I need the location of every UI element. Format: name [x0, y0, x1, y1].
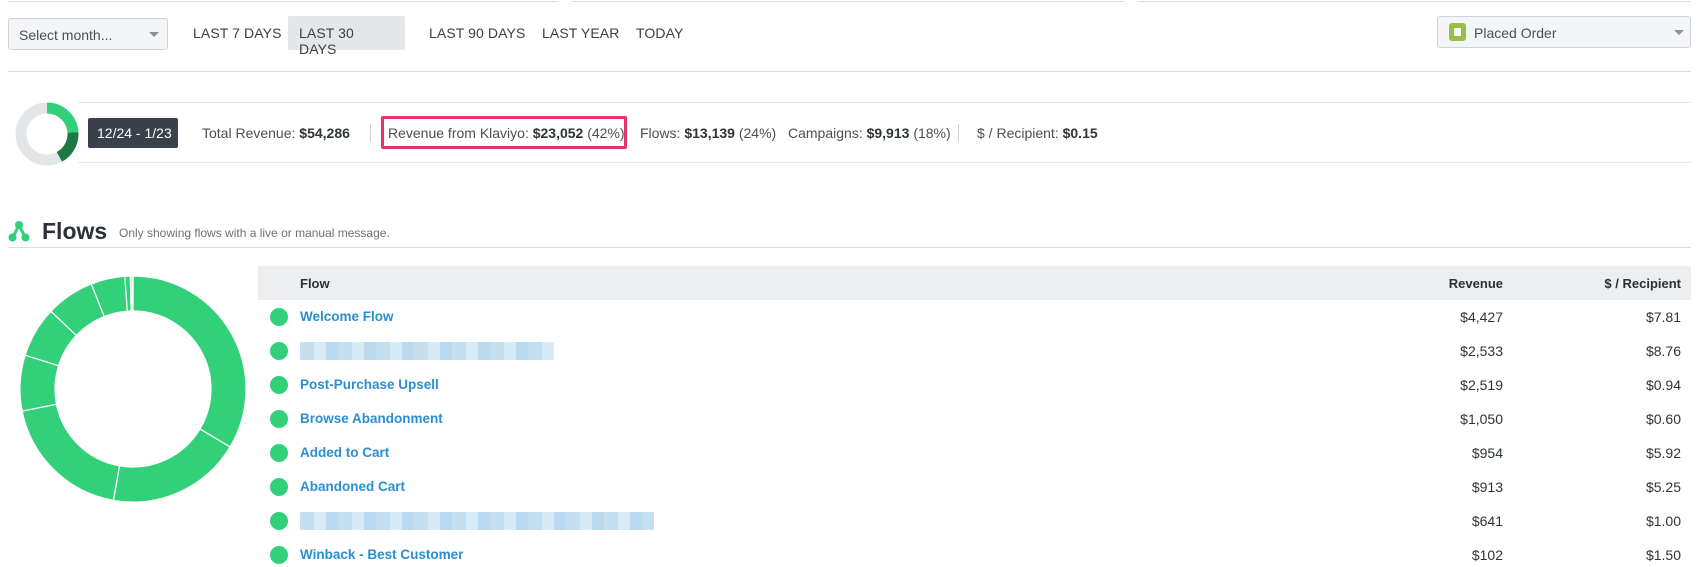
flow-name-link[interactable]: Post-Purchase Upsell	[300, 377, 439, 392]
flow-name-link[interactable]: Winback - Best Customer	[300, 547, 463, 562]
column-header-revenue[interactable]: Revenue	[1449, 276, 1503, 291]
campaigns-revenue-stat: Campaigns: $9,913 (18%)	[788, 125, 951, 141]
table-row[interactable]: $641 $1.00	[258, 504, 1691, 538]
range-last-30-days[interactable]: LAST 30 DAYS	[288, 16, 405, 57]
per-recipient-label: $ / Recipient:	[977, 125, 1059, 141]
klaviyo-revenue-label: Revenue from Klaviyo:	[388, 125, 529, 141]
top-card-middle	[572, 0, 1124, 2]
stat-separator	[370, 124, 371, 142]
revenue-share-donut	[15, 102, 79, 166]
status-live-icon	[270, 512, 288, 530]
flow-revenue: $2,533	[1460, 343, 1503, 359]
month-select[interactable]: Select month...	[8, 18, 168, 50]
donut-segment[interactable]	[131, 275, 134, 312]
flow-name-link[interactable]: Welcome Flow	[300, 309, 394, 324]
donut-segment[interactable]	[21, 403, 121, 501]
flow-per-recipient: $0.60	[1645, 411, 1681, 427]
flow-revenue: $954	[1471, 445, 1503, 461]
top-card-right	[1138, 0, 1691, 2]
total-revenue-value: $54,286	[299, 125, 350, 141]
chevron-down-icon	[149, 32, 159, 37]
summary-top-border	[78, 102, 1691, 103]
table-row[interactable]: Winback - Best Customer $102 $1.50	[258, 538, 1691, 567]
status-live-icon	[270, 444, 288, 462]
flow-per-recipient: $5.92	[1645, 445, 1681, 461]
flow-per-recipient: $7.81	[1645, 309, 1681, 325]
shopify-bag-icon	[1449, 23, 1466, 41]
status-live-icon	[270, 410, 288, 428]
flow-per-recipient: $8.76	[1645, 343, 1681, 359]
flow-per-recipient: $0.94	[1645, 377, 1681, 393]
campaigns-revenue-label: Campaigns:	[788, 125, 863, 141]
flow-revenue: $102	[1471, 547, 1503, 563]
flows-divider	[8, 247, 1691, 248]
redacted-flow-name[interactable]	[300, 512, 654, 530]
status-live-icon	[270, 376, 288, 394]
redacted-flow-name[interactable]	[300, 342, 554, 360]
filter-divider	[8, 71, 1691, 72]
flow-revenue: $1,050	[1460, 411, 1503, 427]
flow-name-link[interactable]: Browse Abandonment	[300, 411, 443, 426]
status-live-icon	[270, 546, 288, 564]
flow-per-recipient: $1.50	[1645, 547, 1681, 563]
date-filter-bar: Select month... LAST 7 DAYS LAST 30 DAYS…	[8, 16, 1691, 57]
flows-section-subtitle: Only showing flows with a live or manual…	[119, 226, 390, 240]
campaigns-revenue-pct: (18%)	[913, 125, 951, 141]
metric-select[interactable]: Placed Order	[1437, 16, 1691, 48]
status-live-icon	[270, 308, 288, 326]
flows-revenue-label: Flows:	[640, 125, 681, 141]
flows-revenue-stat: Flows: $13,139 (24%)	[640, 125, 776, 141]
donut-segment[interactable]	[132, 275, 247, 448]
per-recipient-value: $0.15	[1062, 125, 1098, 141]
per-recipient-stat: $ / Recipient: $0.15	[977, 125, 1098, 141]
klaviyo-revenue-stat: Revenue from Klaviyo: $23,052 (42%)	[388, 125, 625, 141]
flow-per-recipient: $5.25	[1645, 479, 1681, 495]
column-header-flow[interactable]: Flow	[300, 276, 330, 291]
flows-section-title: Flows	[42, 218, 108, 244]
flow-name-link[interactable]: Abandoned Cart	[300, 479, 405, 494]
range-last-year[interactable]: LAST YEAR	[531, 16, 630, 50]
donut-segment[interactable]	[112, 428, 231, 503]
range-last-90-days[interactable]: LAST 90 DAYS	[418, 16, 536, 50]
chevron-down-icon	[1674, 30, 1684, 35]
flows-icon	[8, 221, 30, 242]
klaviyo-revenue-value: $23,052	[532, 125, 584, 141]
status-live-icon	[270, 478, 288, 496]
total-revenue-stat: Total Revenue: $54,286	[202, 125, 350, 141]
status-live-icon	[270, 342, 288, 360]
top-card-left	[8, 0, 558, 2]
metric-select-value: Placed Order	[1474, 25, 1557, 41]
table-row[interactable]: Added to Cart $954 $5.92	[258, 436, 1691, 470]
total-revenue-label: Total Revenue:	[202, 125, 296, 141]
flow-revenue: $4,427	[1460, 309, 1503, 325]
table-row[interactable]: Abandoned Cart $913 $5.25	[258, 470, 1691, 504]
flow-name-link[interactable]: Added to Cart	[300, 445, 389, 460]
flows-revenue-donut	[19, 275, 247, 503]
flow-revenue: $913	[1471, 479, 1503, 495]
table-row[interactable]: Post-Purchase Upsell $2,519 $0.94	[258, 368, 1691, 402]
flow-revenue: $2,519	[1460, 377, 1503, 393]
date-range-badge: 12/24 - 1/23	[88, 118, 178, 148]
flow-revenue: $641	[1471, 513, 1503, 529]
flow-per-recipient: $1.00	[1645, 513, 1681, 529]
table-row[interactable]: $2,533 $8.76	[258, 334, 1691, 368]
table-row[interactable]: Welcome Flow $4,427 $7.81	[258, 300, 1691, 334]
flows-revenue-pct: (24%)	[738, 125, 777, 141]
campaigns-revenue-value: $9,913	[866, 125, 910, 141]
range-last-7-days[interactable]: LAST 7 DAYS	[182, 16, 293, 50]
flows-revenue-value: $13,139	[684, 125, 735, 141]
column-header-per-recipient[interactable]: $ / Recipient	[1604, 276, 1681, 291]
range-today[interactable]: TODAY	[625, 16, 694, 50]
klaviyo-revenue-pct: (42%)	[587, 125, 625, 141]
stat-separator	[958, 124, 959, 142]
summary-bottom-border	[78, 162, 1691, 163]
table-row[interactable]: Browse Abandonment $1,050 $0.60	[258, 402, 1691, 436]
month-select-placeholder: Select month...	[19, 27, 113, 43]
